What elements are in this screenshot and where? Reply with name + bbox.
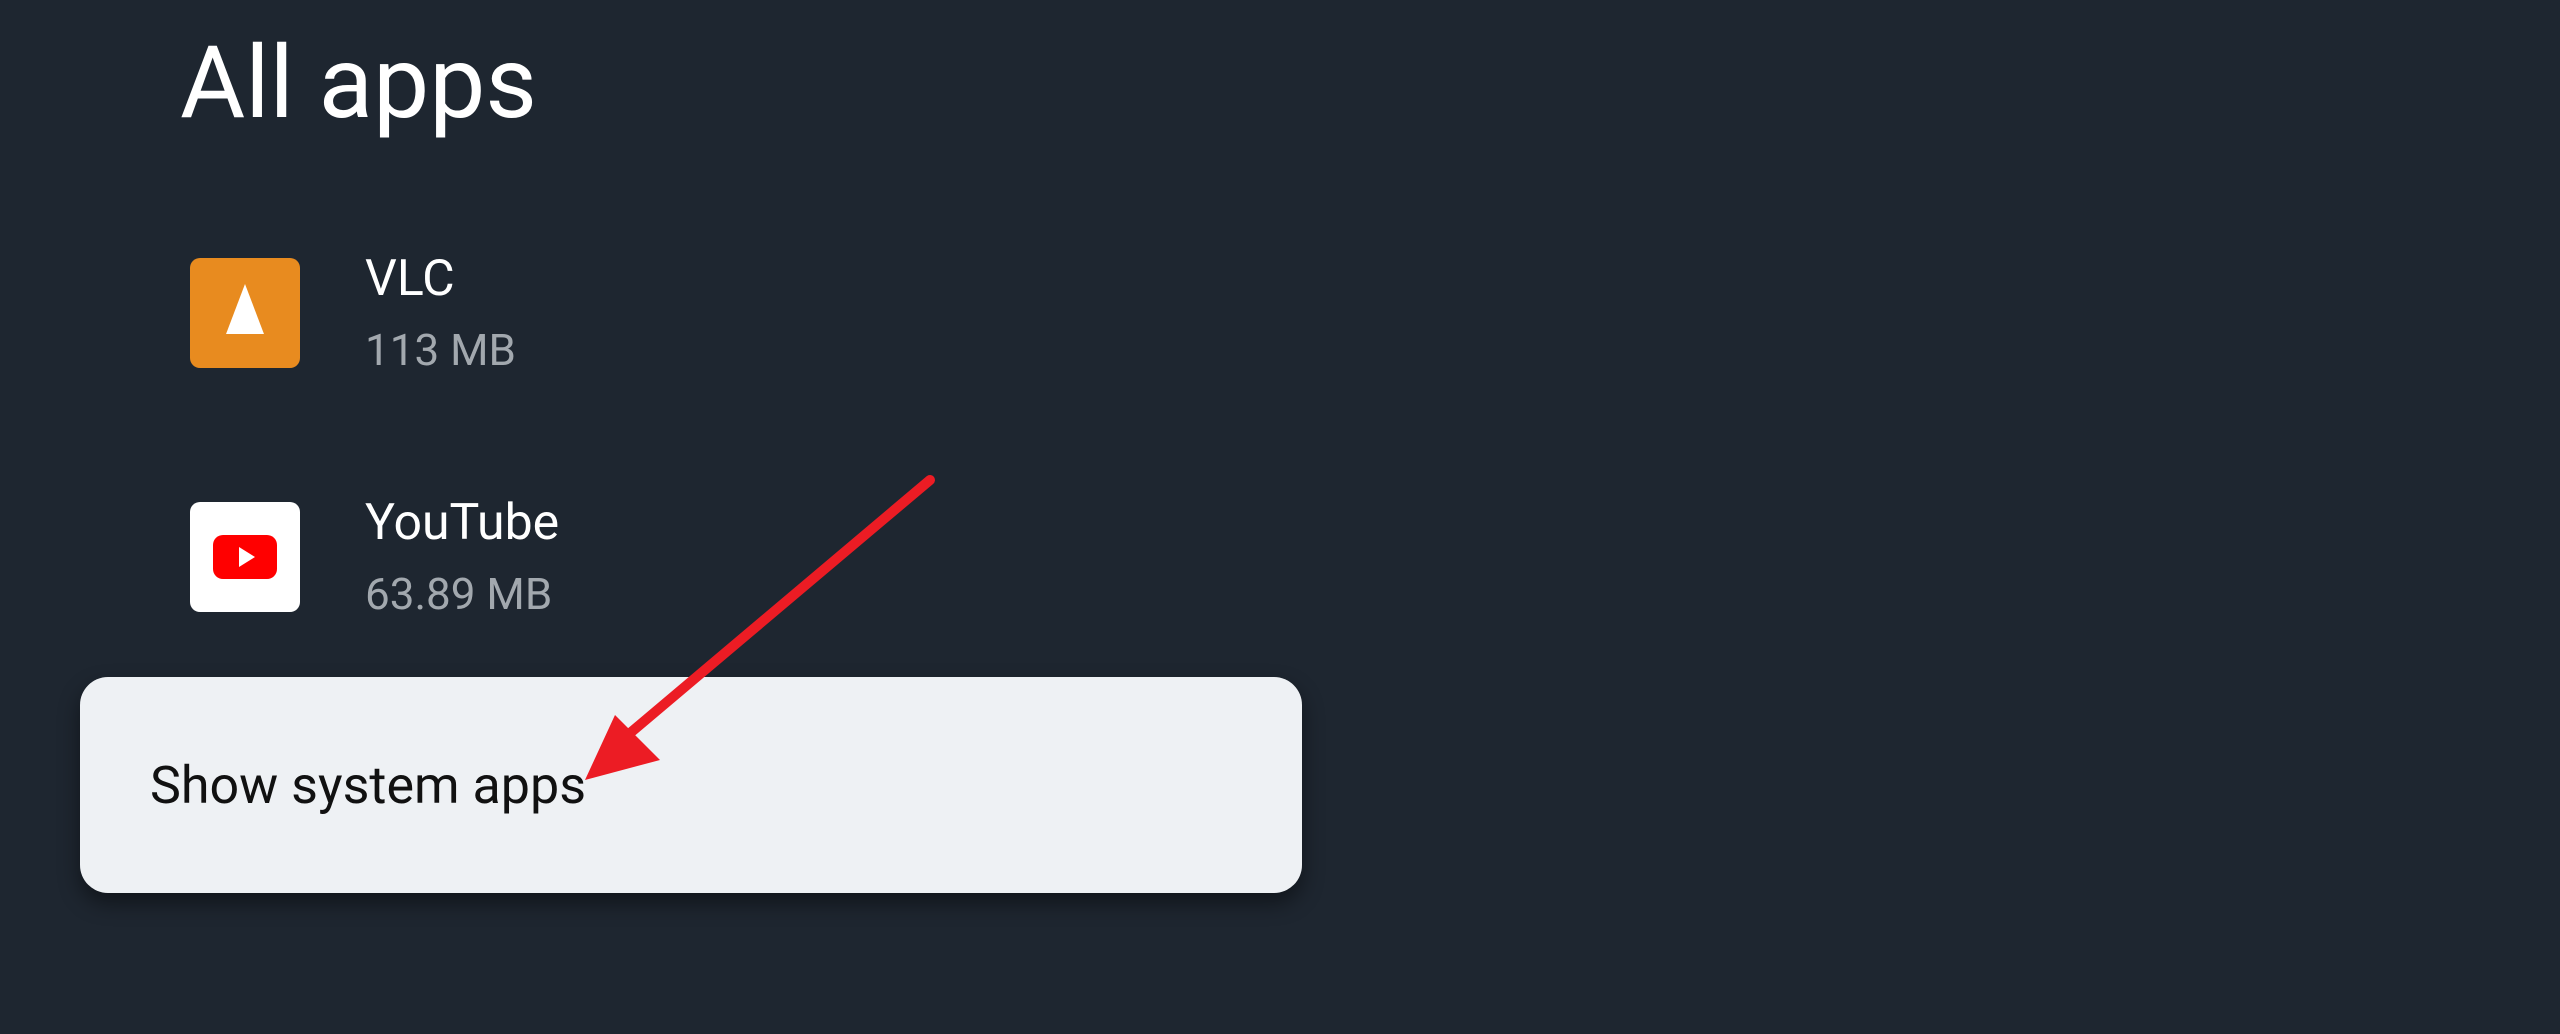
youtube-icon	[190, 502, 300, 612]
app-list: VLC 113 MB YouTube 63.89 MB	[190, 250, 559, 738]
page-title: All apps	[180, 25, 537, 142]
app-name: YouTube	[365, 494, 559, 552]
app-item-youtube[interactable]: YouTube 63.89 MB	[190, 494, 559, 620]
app-size: 113 MB	[365, 324, 516, 376]
app-item-vlc[interactable]: VLC 113 MB	[190, 250, 559, 376]
app-name: VLC	[365, 250, 516, 308]
app-info: YouTube 63.89 MB	[365, 494, 559, 620]
app-size: 63.89 MB	[365, 568, 559, 620]
vlc-icon	[190, 258, 300, 368]
show-system-apps-button[interactable]: Show system apps	[80, 677, 1302, 893]
show-system-apps-label: Show system apps	[150, 755, 586, 816]
app-info: VLC 113 MB	[365, 250, 516, 376]
